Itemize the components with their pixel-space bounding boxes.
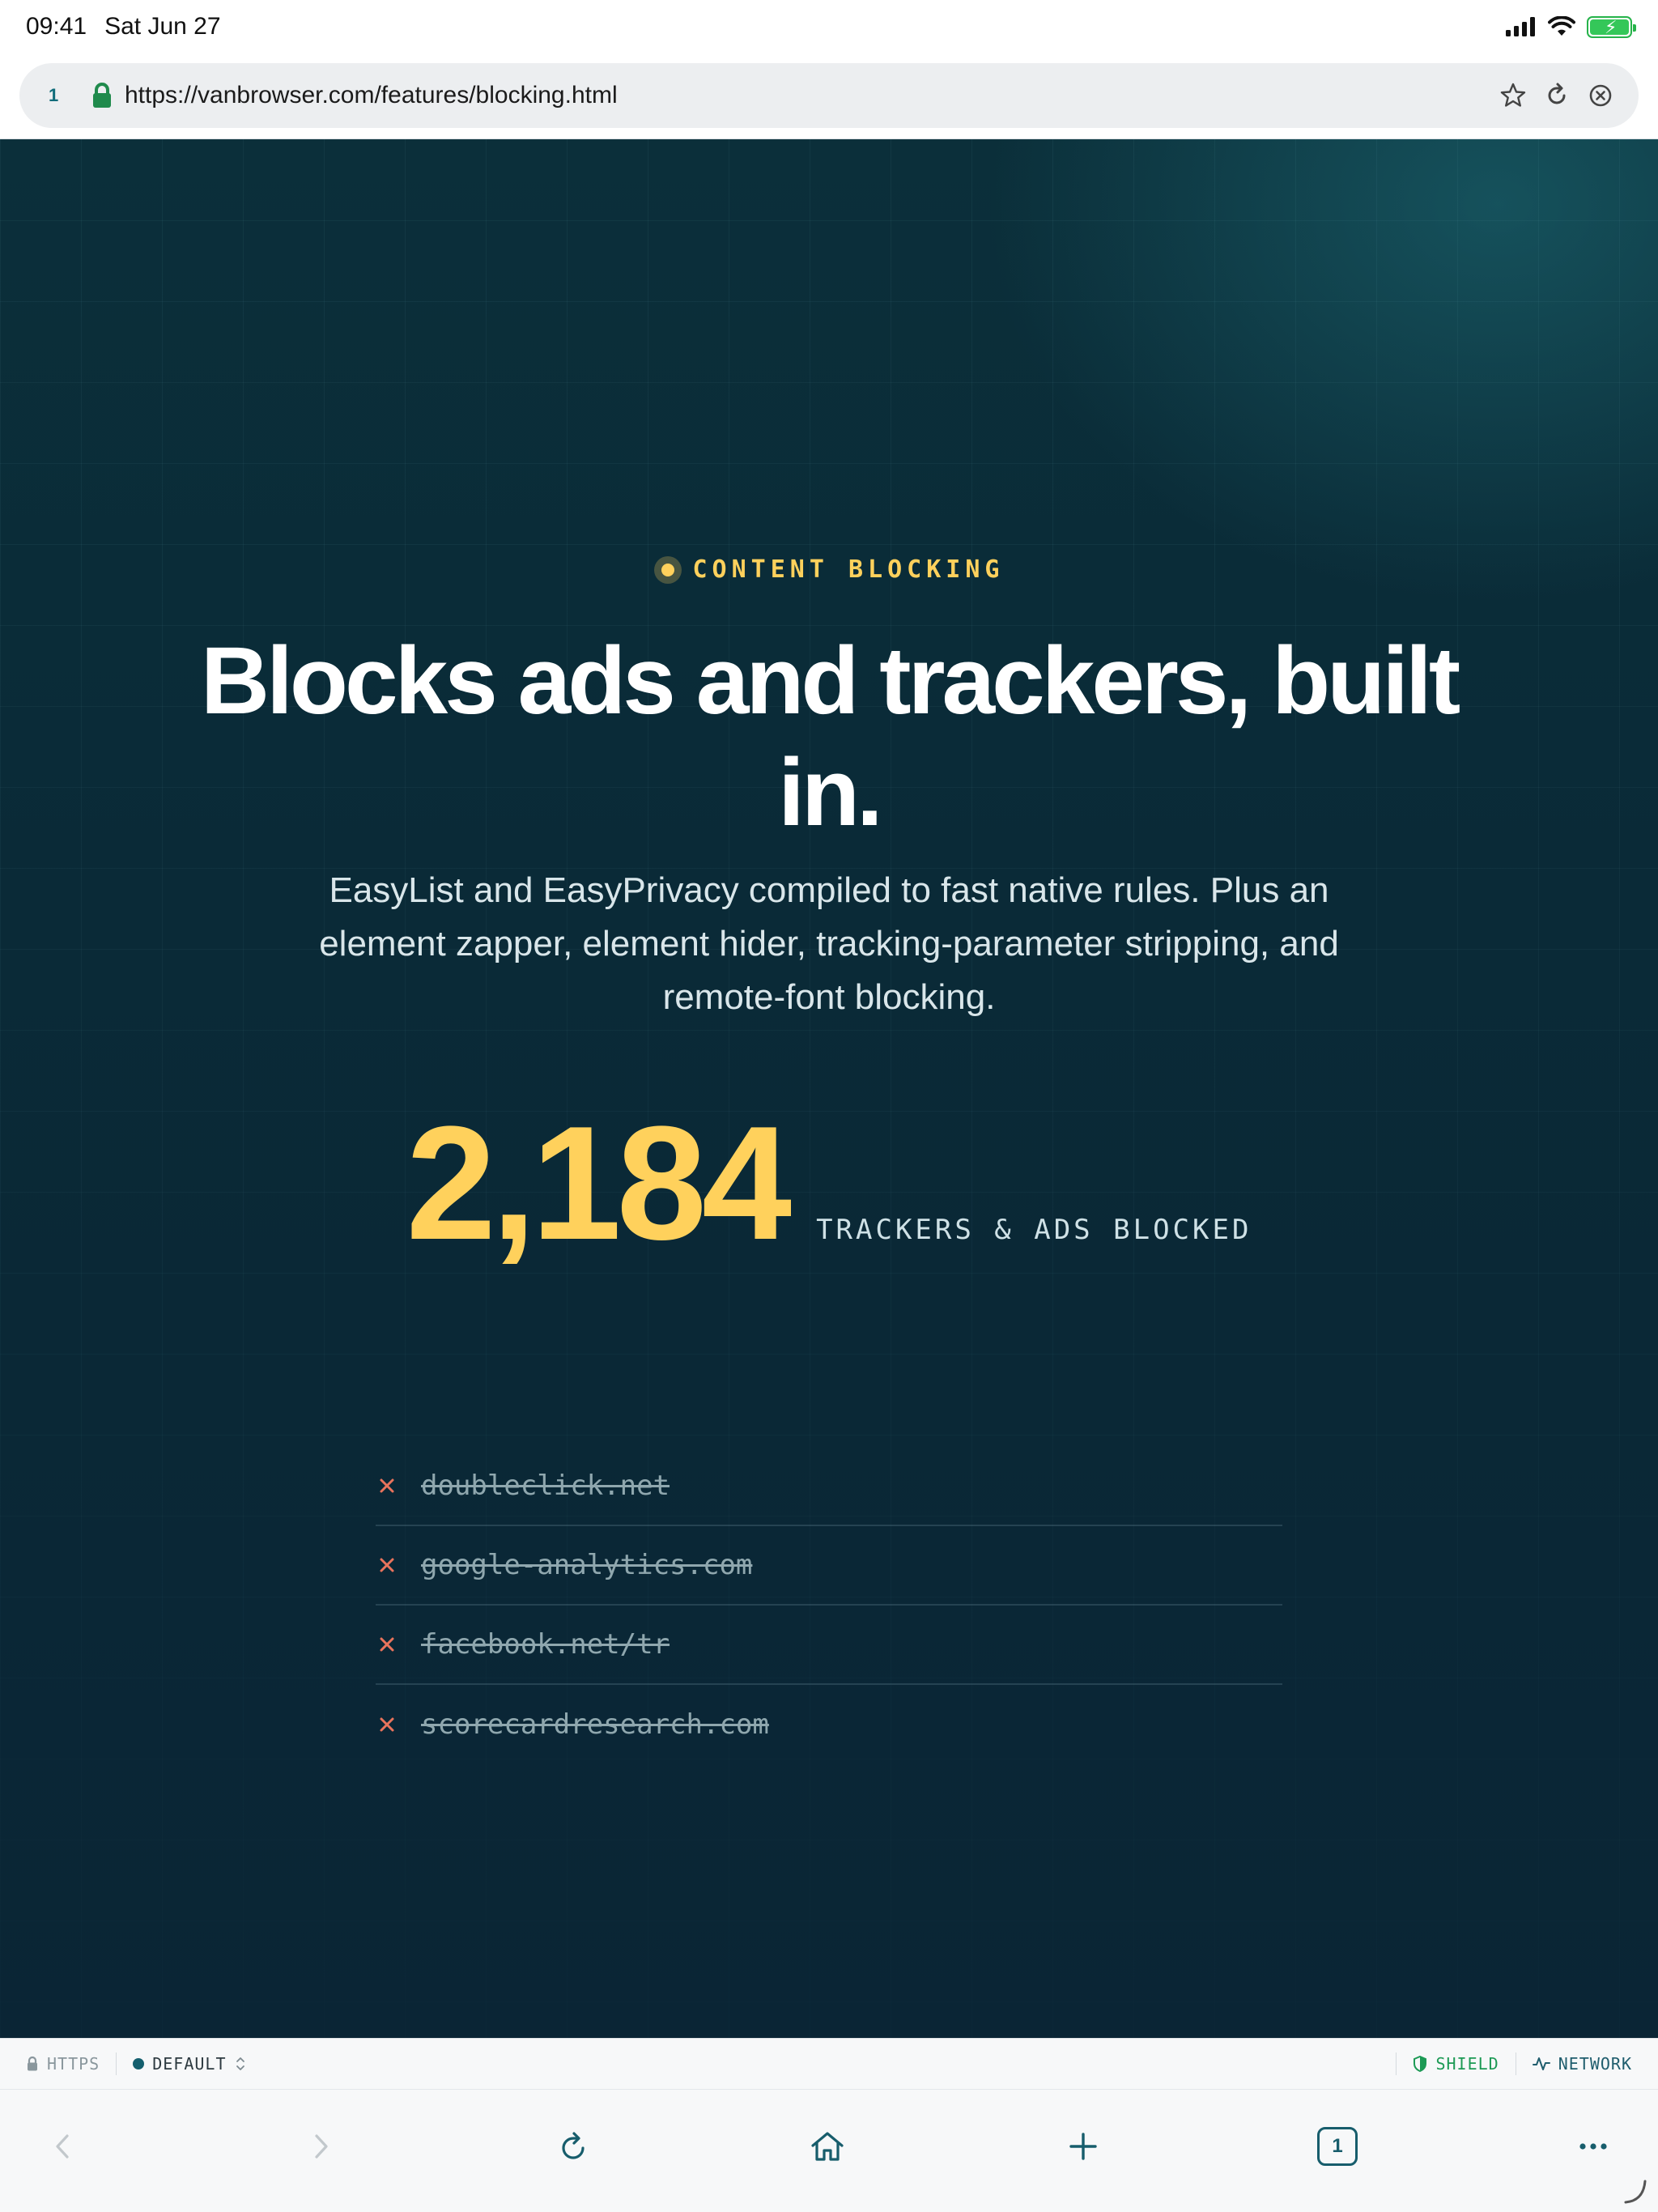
url-text[interactable]: https://vanbrowser.com/features/blocking… <box>125 82 1499 109</box>
status-date: Sat Jun 27 <box>104 13 221 40</box>
hero-section: CONTENT BLOCKING Blocks ads and trackers… <box>0 139 1658 2038</box>
shield-icon <box>1414 2056 1427 2072</box>
more-menu-button[interactable] <box>1561 2114 1626 2179</box>
blocked-x-icon <box>380 1637 394 1652</box>
blocked-domain-text: facebook.net/tr <box>421 1628 670 1661</box>
ellipsis-icon <box>1579 2143 1607 2150</box>
shield-label: SHIELD <box>1435 2054 1499 2074</box>
shield-button[interactable]: SHIELD <box>1397 2054 1515 2074</box>
profile-selector[interactable]: DEFAULT <box>117 2054 261 2074</box>
tab-count-badge[interactable]: 1 <box>49 85 76 106</box>
chevron-up-down-icon <box>236 2057 244 2070</box>
page-title: Blocks ads and trackers, built in. <box>200 627 1460 846</box>
network-label: NETWORK <box>1558 2054 1632 2074</box>
blocked-domain-item: scorecardresearch.com <box>376 1685 1282 1764</box>
reload-icon <box>562 2132 585 2159</box>
browser-chrome: 1 https://vanbrowser.com/features/blocki… <box>0 53 1658 139</box>
blocked-domain-item: doubleclick.net <box>376 1447 1282 1526</box>
profile-label: DEFAULT <box>152 2054 227 2074</box>
tabs-count-badge: 1 <box>1317 2127 1358 2166</box>
lock-icon <box>93 83 111 108</box>
blocked-x-icon <box>380 1558 394 1572</box>
plus-icon <box>1069 2133 1097 2160</box>
forward-button[interactable] <box>288 2114 353 2179</box>
https-lock-icon <box>28 2056 37 2071</box>
blocked-x-icon <box>380 1478 394 1493</box>
status-time: 09:41 <box>26 13 87 40</box>
chevron-right-icon <box>315 2134 328 2159</box>
home-button[interactable] <box>795 2114 860 2179</box>
back-button[interactable] <box>31 2114 96 2179</box>
tabs-overview-button[interactable]: 1 <box>1305 2114 1370 2179</box>
blocked-count-label: TRACKERS & ADS BLOCKED <box>816 1214 1252 1246</box>
profile-dot-icon <box>133 2058 145 2069</box>
hero-subtitle: EasyList and EasyPrivacy compiled to fas… <box>319 870 1339 1017</box>
blocked-domain-item: facebook.net/tr <box>376 1606 1282 1685</box>
chevron-left-icon <box>56 2134 69 2159</box>
wifi-icon <box>1548 16 1575 36</box>
resize-corner-icon <box>1624 2180 1647 2204</box>
home-icon <box>811 2132 844 2161</box>
reload-button[interactable] <box>541 2114 606 2179</box>
eyebrow-text: CONTENT BLOCKING <box>692 555 1005 584</box>
bottom-toolbar: 1 <box>0 2090 1658 2212</box>
blocked-domain-text: scorecardresearch.com <box>421 1708 769 1741</box>
blocked-count: 2,184 <box>406 1093 792 1274</box>
blocked-domain-text: doubleclick.net <box>421 1470 670 1502</box>
blocked-domain-text: google-analytics.com <box>421 1549 753 1581</box>
https-label: HTTPS <box>47 2054 100 2074</box>
bookmark-star-icon[interactable] <box>1499 82 1527 109</box>
https-indicator[interactable]: HTTPS <box>24 2054 116 2074</box>
network-activity-icon <box>1532 2057 1550 2070</box>
network-button[interactable]: NETWORK <box>1516 2054 1634 2074</box>
reload-icon[interactable] <box>1543 82 1571 109</box>
address-bar[interactable]: 1 https://vanbrowser.com/features/blocki… <box>19 63 1639 128</box>
blocked-domains-list: doubleclick.net google-analytics.com fac… <box>376 1447 1282 1764</box>
status-bar: 09:41 Sat Jun 27 ⚡ <box>0 0 1658 53</box>
stop-loading-icon[interactable] <box>1587 82 1614 109</box>
blocked-x-icon <box>380 1717 394 1732</box>
hero-eyebrow: CONTENT BLOCKING <box>0 555 1658 584</box>
new-tab-button[interactable] <box>1051 2114 1116 2179</box>
cellular-signal-icon <box>1506 17 1535 36</box>
battery-icon: ⚡ <box>1587 15 1636 38</box>
blocked-stat: 2,184 TRACKERS & ADS BLOCKED <box>0 1103 1658 1265</box>
eyebrow-dot-icon <box>653 555 682 584</box>
blocked-domain-item: google-analytics.com <box>376 1526 1282 1606</box>
browser-info-strip: HTTPS DEFAULT SHIELD NETWORK <box>0 2038 1658 2090</box>
